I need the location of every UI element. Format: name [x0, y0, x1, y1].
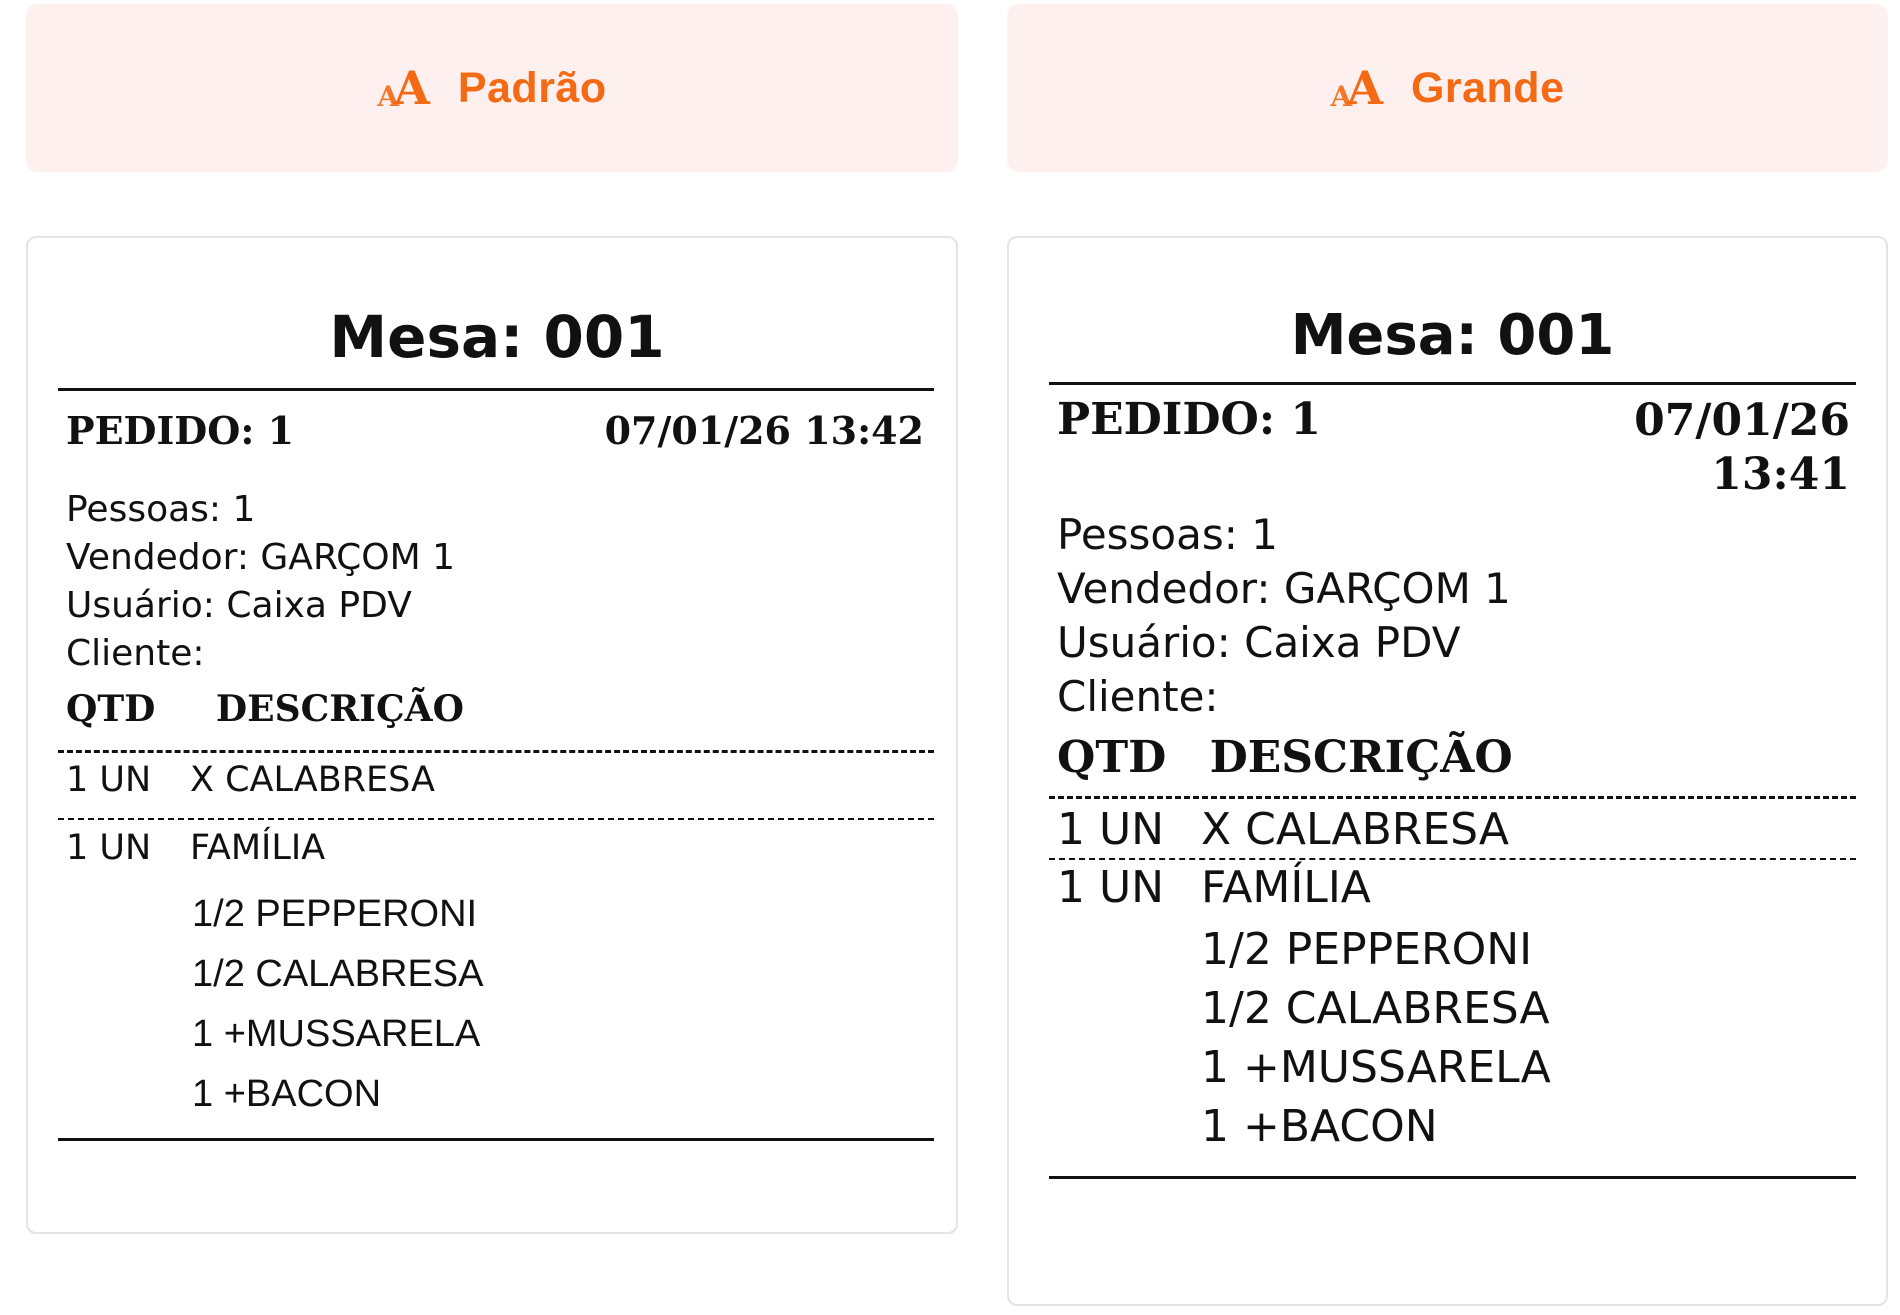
divider: [58, 750, 934, 753]
divider: [1049, 382, 1856, 385]
item-qty: 1 UN: [66, 760, 152, 800]
people-count: Pessoas: 1: [1057, 510, 1278, 559]
modifier: 1/2 CALABRESA: [192, 953, 484, 995]
modifier: 1/2 CALABRESA: [1201, 983, 1550, 1034]
item-modifiers: 1/2 PEPPERONI 1/2 CALABRESA 1 +MUSSARELA…: [1201, 920, 1864, 1156]
divider: [1049, 858, 1856, 860]
receipt-header-row: PEDIDO: 1 07/01/26 13:42: [66, 408, 924, 453]
receipt-preview-grande: Mesa: 001 PEDIDO: 1 07/01/26 13:41 Pesso…: [1007, 236, 1888, 1306]
list-item: 1 UN FAMÍLIA: [1057, 862, 1864, 913]
item-desc: X CALABRESA: [190, 760, 435, 800]
receipt-preview-padrao: Mesa: 001 PEDIDO: 1 07/01/26 13:42 Pesso…: [26, 236, 958, 1234]
desc-header: DESCRIÇÃO: [215, 688, 464, 730]
modifier: 1 +MUSSARELA: [192, 1013, 481, 1055]
list-item: 1 UN FAMÍLIA: [66, 828, 934, 868]
modifier: 1 +BACON: [1201, 1101, 1438, 1152]
order-number: PEDIDO: 1: [66, 408, 295, 453]
user: Usuário: Caixa PDV: [66, 585, 412, 626]
divider: [58, 818, 934, 820]
qty-header: QTD: [1057, 732, 1167, 783]
divider: [58, 388, 934, 391]
receipt-header-row: PEDIDO: 1 07/01/26 13:41: [1057, 394, 1850, 502]
modifier: 1/2 PEPPERONI: [192, 893, 478, 935]
qty-header: QTD: [66, 688, 156, 730]
seller: Vendedor: GARÇOM 1: [66, 537, 456, 578]
receipt-title: Mesa: 001: [329, 303, 665, 371]
order-datetime: 07/01/26 13:42: [604, 408, 924, 453]
item-qty: 1 UN: [66, 828, 152, 868]
list-item: 1 UN X CALABRESA: [66, 760, 934, 800]
modifier: 1 +BACON: [192, 1073, 382, 1115]
option-padrao-button[interactable]: AA Padrão: [26, 4, 958, 172]
option-label: Padrão: [457, 63, 607, 112]
item-desc: FAMÍLIA: [190, 828, 326, 868]
client: Cliente:: [66, 633, 205, 674]
modifier: 1 +MUSSARELA: [1201, 1042, 1551, 1093]
item-desc: FAMÍLIA: [1201, 862, 1371, 913]
divider: [1049, 796, 1856, 799]
item-modifiers: 1/2 PEPPERONI 1/2 CALABRESA 1 +MUSSARELA…: [192, 884, 934, 1124]
option-label: Grande: [1410, 63, 1565, 112]
divider: [58, 1138, 934, 1141]
order-datetime: 07/01/26 13:41: [1634, 395, 1850, 500]
desc-header: DESCRIÇÃO: [1209, 732, 1513, 783]
font-size-icon: AA: [377, 61, 430, 115]
people-count: Pessoas: 1: [66, 489, 256, 530]
items-header: QTD DESCRIÇÃO: [66, 688, 934, 730]
receipt-meta: Pessoas: 1 Vendedor: GARÇOM 1 Usuário: C…: [1057, 508, 1864, 724]
font-size-icon: AA: [1330, 61, 1383, 115]
client: Cliente:: [1057, 672, 1219, 721]
divider: [1049, 1176, 1856, 1179]
receipt-title: Mesa: 001: [1290, 303, 1615, 368]
item-qty: 1 UN: [1057, 804, 1165, 855]
modifier: 1/2 PEPPERONI: [1201, 924, 1533, 975]
item-qty: 1 UN: [1057, 862, 1165, 913]
receipt-meta: Pessoas: 1 Vendedor: GARÇOM 1 Usuário: C…: [66, 486, 934, 678]
seller: Vendedor: GARÇOM 1: [1057, 564, 1511, 613]
item-desc: X CALABRESA: [1201, 804, 1509, 855]
list-item: 1 UN X CALABRESA: [1057, 804, 1864, 855]
items-header: QTD DESCRIÇÃO: [1057, 732, 1864, 783]
order-number: PEDIDO: 1: [1057, 394, 1322, 445]
user: Usuário: Caixa PDV: [1057, 618, 1461, 667]
option-grande-button[interactable]: AA Grande: [1007, 4, 1888, 172]
